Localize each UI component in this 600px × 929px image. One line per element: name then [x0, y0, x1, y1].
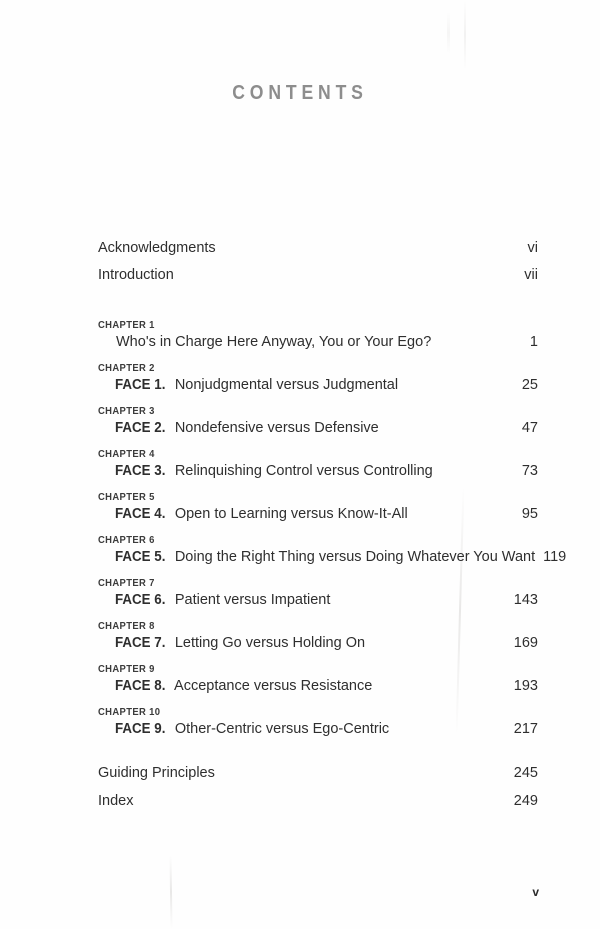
- face-tag: FACE 3.: [115, 463, 166, 479]
- face-tag: FACE 1.: [115, 377, 166, 393]
- table-of-contents: Acknowledgments vi Introduction vii CHAP…: [98, 240, 566, 821]
- face-tag: FACE 6.: [115, 592, 166, 608]
- chapter-title-text: Other-Centric versus Ego-Centric: [174, 721, 390, 737]
- chapter-title-row[interactable]: FACE 4. Open to Learning versus Know-It-…: [98, 506, 538, 522]
- chapter-title-text: Relinquishing Control versus Controlling: [174, 463, 433, 479]
- chapter-title-text: Acceptance versus Resistance: [174, 678, 373, 694]
- face-tag: FACE 4.: [115, 506, 166, 522]
- toc-entry-label: Index: [98, 793, 134, 809]
- chapter-label: CHAPTER 10: [98, 706, 161, 718]
- chapter-title: FACE 9. Other-Centric versus Ego-Centric: [115, 721, 389, 737]
- toc-chapter-6[interactable]: CHAPTER 6 FACE 5. Doing the Right Thing …: [98, 534, 566, 565]
- scan-artifact: [447, 12, 450, 54]
- chapter-title-row[interactable]: FACE 3. Relinquishing Control versus Con…: [98, 463, 538, 479]
- toc-entry-page: vi: [527, 240, 538, 256]
- chapter-title-text: Patient versus Impatient: [174, 592, 331, 608]
- toc-entry-page: 245: [513, 765, 538, 781]
- chapter-title: FACE 1. Nonjudgmental versus Judgmental: [115, 377, 398, 393]
- chapter-title: FACE 6. Patient versus Impatient: [115, 592, 330, 608]
- chapter-title: FACE 5. Doing the Right Thing versus Doi…: [115, 549, 535, 565]
- chapter-label: CHAPTER 6: [98, 534, 155, 546]
- chapter-page: 169: [513, 635, 538, 651]
- chapter-title: FACE 2. Nondefensive versus Defensive: [115, 420, 379, 436]
- chapter-label: CHAPTER 4: [98, 448, 155, 460]
- chapter-label: CHAPTER 1: [98, 319, 155, 331]
- chapter-title-row[interactable]: FACE 6. Patient versus Impatient 143: [98, 592, 538, 608]
- chapter-title-row[interactable]: FACE 9. Other-Centric versus Ego-Centric…: [98, 721, 538, 737]
- chapter-title-row[interactable]: FACE 5. Doing the Right Thing versus Doi…: [98, 549, 566, 565]
- face-tag: FACE 5.: [115, 549, 166, 565]
- chapter-title-text: Who's in Charge Here Anyway, You or Your…: [116, 334, 432, 350]
- chapter-page: 25: [521, 377, 538, 393]
- toc-entry-introduction[interactable]: Introduction vii: [98, 267, 538, 294]
- chapter-title-text: Nondefensive versus Defensive: [174, 420, 379, 436]
- chapter-title: FACE 4. Open to Learning versus Know-It-…: [115, 506, 408, 522]
- toc-entry-index[interactable]: Index 249: [98, 793, 538, 821]
- chapter-title: Who's in Charge Here Anyway, You or Your…: [115, 334, 431, 350]
- chapter-page: 143: [513, 592, 538, 608]
- chapter-page: 193: [513, 678, 538, 694]
- toc-chapter-5[interactable]: CHAPTER 5 FACE 4. Open to Learning versu…: [98, 491, 538, 522]
- face-tag: FACE 8.: [115, 678, 166, 694]
- toc-entry-acknowledgments[interactable]: Acknowledgments vi: [98, 240, 538, 267]
- page-title: CONTENTS: [232, 82, 368, 104]
- chapter-page: 119: [543, 549, 567, 565]
- toc-entry-label: Acknowledgments: [98, 240, 216, 256]
- scan-artifact: [464, 0, 466, 70]
- toc-entry-page: 249: [513, 793, 538, 809]
- chapter-title-row[interactable]: FACE 8. Acceptance versus Resistance 193: [98, 678, 538, 694]
- face-tag: FACE 9.: [115, 721, 166, 737]
- face-tag: FACE 2.: [115, 420, 166, 436]
- chapter-title-text: Nonjudgmental versus Judgmental: [174, 377, 399, 393]
- chapter-title-row[interactable]: FACE 7. Letting Go versus Holding On 169: [98, 635, 538, 651]
- chapter-title: FACE 8. Acceptance versus Resistance: [115, 678, 372, 694]
- chapter-title-text: Letting Go versus Holding On: [174, 635, 366, 651]
- toc-chapter-9[interactable]: CHAPTER 9 FACE 8. Acceptance versus Resi…: [98, 663, 538, 694]
- toc-page: CONTENTS Acknowledgments vi Introduction…: [0, 0, 600, 929]
- chapter-page: 73: [521, 463, 538, 479]
- toc-chapter-3[interactable]: CHAPTER 3 FACE 2. Nondefensive versus De…: [98, 405, 538, 436]
- chapter-label: CHAPTER 7: [98, 577, 155, 589]
- toc-chapter-2[interactable]: CHAPTER 2 FACE 1. Nonjudgmental versus J…: [98, 362, 538, 393]
- toc-chapter-1[interactable]: CHAPTER 1 Who's in Charge Here Anyway, Y…: [98, 319, 538, 350]
- chapter-label: CHAPTER 9: [98, 663, 155, 675]
- chapter-page: 1: [529, 334, 538, 350]
- chapter-label: CHAPTER 8: [98, 620, 155, 632]
- chapter-title-row[interactable]: FACE 1. Nonjudgmental versus Judgmental …: [98, 377, 538, 393]
- chapter-title-text: Open to Learning versus Know-It-All: [174, 506, 408, 522]
- chapter-page: 47: [521, 420, 538, 436]
- chapter-title: FACE 7. Letting Go versus Holding On: [115, 635, 365, 651]
- chapter-page: 217: [513, 721, 538, 737]
- toc-chapter-4[interactable]: CHAPTER 4 FACE 3. Relinquishing Control …: [98, 448, 538, 479]
- toc-entry-label: Introduction: [98, 267, 174, 283]
- toc-chapter-8[interactable]: CHAPTER 8 FACE 7. Letting Go versus Hold…: [98, 620, 538, 651]
- toc-chapter-7[interactable]: CHAPTER 7 FACE 6. Patient versus Impatie…: [98, 577, 538, 608]
- face-tag: FACE 7.: [115, 635, 166, 651]
- toc-chapter-10[interactable]: CHAPTER 10 FACE 9. Other-Centric versus …: [98, 706, 538, 737]
- chapter-title-text: Doing the Right Thing versus Doing Whate…: [174, 549, 536, 565]
- chapter-label: CHAPTER 5: [98, 491, 155, 503]
- toc-entry-label: Guiding Principles: [98, 765, 215, 781]
- toc-entry-page: vii: [524, 267, 538, 283]
- chapter-page: 95: [521, 506, 538, 522]
- page-folio: v: [532, 885, 539, 899]
- toc-entry-guiding-principles[interactable]: Guiding Principles 245: [98, 765, 538, 793]
- chapter-label: CHAPTER 2: [98, 362, 155, 374]
- chapter-title: FACE 3. Relinquishing Control versus Con…: [115, 463, 433, 479]
- chapter-label: CHAPTER 3: [98, 405, 155, 417]
- chapter-title-row[interactable]: Who's in Charge Here Anyway, You or Your…: [98, 334, 538, 350]
- chapter-title-row[interactable]: FACE 2. Nondefensive versus Defensive 47: [98, 420, 538, 436]
